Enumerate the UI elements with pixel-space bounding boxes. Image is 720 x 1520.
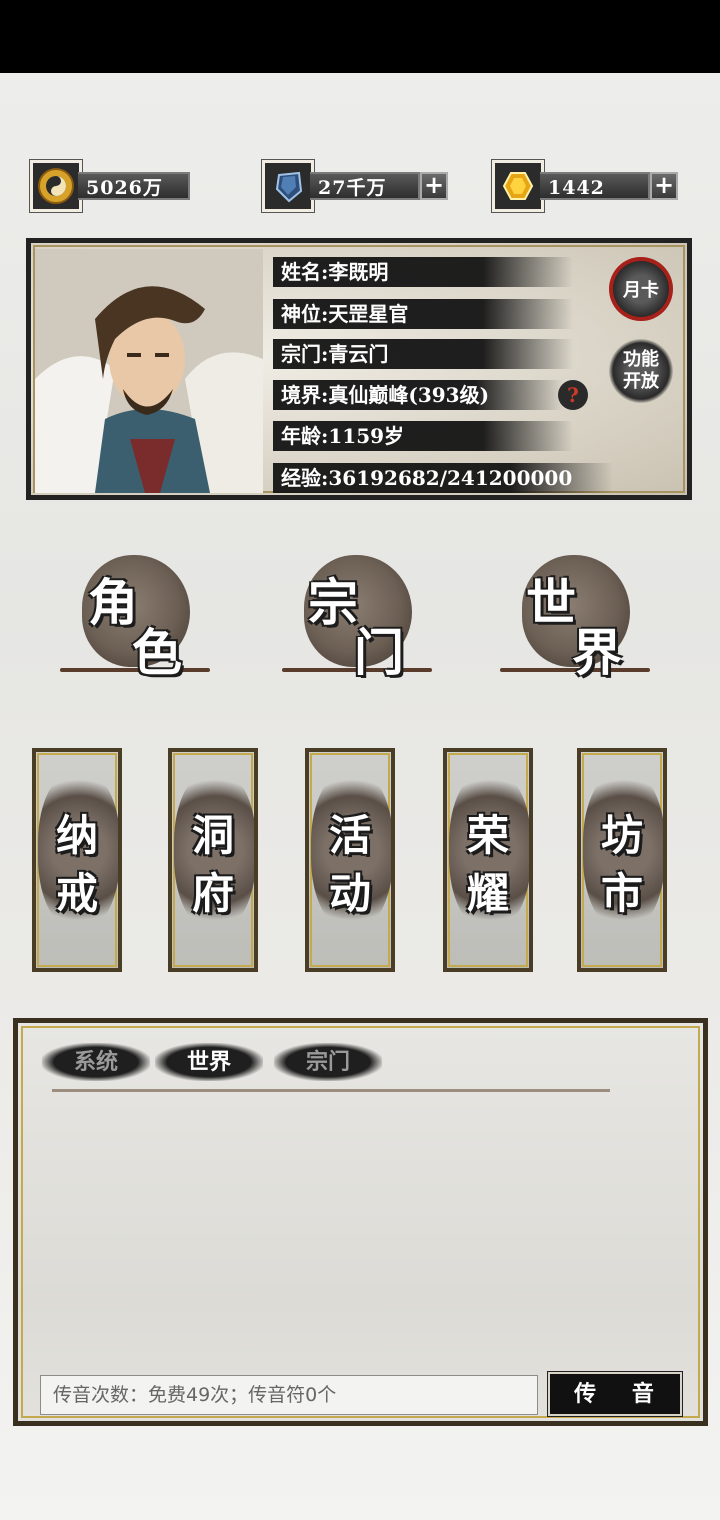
tile-glory-char-2: 耀 [466, 869, 509, 918]
realm-help-icon[interactable]: ? [558, 380, 588, 410]
tab-system[interactable]: 系统 [42, 1043, 150, 1081]
character-sect: 宗门:青云门 [273, 339, 573, 369]
chat-input[interactable]: 传音次数：免费49次；传音符0个 [40, 1375, 538, 1415]
chat-tab-divider [52, 1089, 610, 1092]
tile-storage-ring-char-1: 纳 [55, 811, 98, 860]
gem-amount: 1442 [540, 172, 650, 200]
character-portrait[interactable] [35, 249, 263, 493]
tile-cave-dwelling[interactable]: 洞 府 [168, 748, 258, 972]
nav-sect-char-2: 门 [354, 623, 404, 682]
tile-market-char-1: 坊 [600, 811, 643, 860]
tile-storage-ring[interactable]: 纳 戒 [32, 748, 122, 972]
feature-unlock-label-1: 功能 [623, 349, 659, 370]
tile-market[interactable]: 坊 市 [577, 748, 667, 972]
tile-glory-char-1: 荣 [466, 811, 509, 860]
month-card-button[interactable]: 月卡 [609, 257, 673, 321]
nav-character-button[interactable]: 角 色 [60, 555, 210, 682]
tab-sect[interactable]: 宗门 [274, 1043, 382, 1081]
tile-cave-dwelling-char-2: 府 [191, 869, 234, 918]
tile-market-char-2: 市 [600, 869, 643, 918]
feature-unlock-button[interactable]: 功能 开放 [609, 339, 673, 403]
gold-gem-icon [492, 160, 544, 212]
character-name: 姓名:李既明 [273, 257, 573, 287]
character-card: 姓名:李既明 神位:天罡星官 宗门:青云门 境界:真仙巅峰(393级) ? 年龄… [26, 238, 692, 500]
status-bar [0, 0, 720, 73]
add-gem-button[interactable]: + [650, 172, 678, 200]
tile-cave-dwelling-char-1: 洞 [191, 811, 234, 860]
coin-amount: 5026万 [78, 172, 190, 200]
nav-world-char-2: 界 [572, 623, 622, 682]
nav-character-char-1: 角 [88, 573, 138, 632]
character-title: 神位:天罡星官 [273, 299, 573, 329]
tile-events-char-2: 动 [328, 869, 371, 918]
character-age: 年龄:1159岁 [273, 421, 573, 451]
taiji-coin-icon [30, 160, 82, 212]
blue-crystal-icon [262, 160, 314, 212]
crystal-amount: 27千万 [310, 172, 420, 200]
nav-world-button[interactable]: 世 界 [500, 555, 650, 682]
tile-storage-ring-char-2: 戒 [55, 869, 98, 918]
tab-world[interactable]: 世界 [155, 1043, 263, 1081]
month-card-label: 月卡 [623, 280, 659, 301]
nav-sect-button[interactable]: 宗 门 [282, 555, 432, 682]
character-exp: 经验:36192682/241200000 [273, 463, 613, 493]
nav-sect-char-1: 宗 [308, 573, 358, 632]
tile-events[interactable]: 活 动 [305, 748, 395, 972]
send-message-button[interactable]: 传 音 [547, 1371, 683, 1417]
feature-unlock-label-2: 开放 [623, 371, 659, 392]
add-crystal-button[interactable]: + [420, 172, 448, 200]
character-realm: 境界:真仙巅峰(393级) [273, 380, 563, 410]
nav-world-char-1: 世 [526, 573, 576, 632]
tile-glory[interactable]: 荣 耀 [443, 748, 533, 972]
tile-events-char-1: 活 [328, 811, 371, 860]
nav-character-char-2: 色 [132, 623, 182, 682]
